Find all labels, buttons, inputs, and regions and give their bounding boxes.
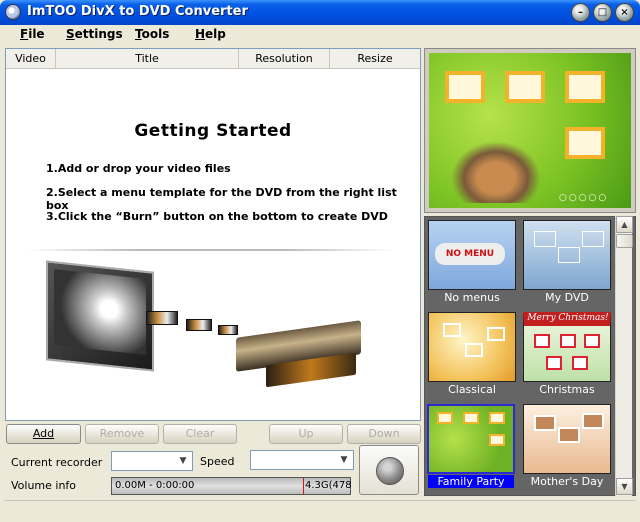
column-title[interactable]: Title: [56, 49, 239, 68]
film-frame-icon: [218, 325, 238, 335]
status-bar: [4, 500, 636, 518]
current-recorder-label: Current recorder: [11, 456, 103, 469]
burn-disc-icon: [376, 457, 404, 485]
template-my-dvd[interactable]: [523, 220, 611, 290]
column-resolution[interactable]: Resolution: [239, 49, 330, 68]
template-no-menus[interactable]: NO MENU: [428, 220, 516, 290]
preview-canvas: ○○○○○: [429, 53, 631, 208]
no-menu-badge: NO MENU: [435, 243, 505, 265]
christmas-banner: Merry Christmas!: [527, 313, 609, 323]
maximize-icon[interactable]: □: [593, 3, 612, 22]
template-christmas[interactable]: Merry Christmas!: [523, 312, 611, 382]
template-classical[interactable]: [428, 312, 516, 382]
volume-bar: 0.00M - 0:00:00 4.3G(478: [111, 477, 352, 495]
menu-bar: File Settings Tools Help: [4, 25, 636, 45]
preview-frame: [565, 127, 605, 159]
current-recorder-select[interactable]: ▼: [111, 451, 193, 471]
preview-frame: [505, 71, 545, 103]
divider: [26, 249, 396, 251]
preview-frame: [565, 71, 605, 103]
menu-settings[interactable]: Settings: [66, 27, 123, 41]
chevron-down-icon[interactable]: ▼: [175, 453, 191, 469]
volume-used-text: 0.00M - 0:00:00: [115, 480, 195, 491]
getting-started-title: Getting Started: [134, 121, 292, 141]
film-frame-icon: [186, 319, 212, 331]
close-icon[interactable]: ×: [615, 3, 634, 22]
volume-capacity-text: 4.3G(478: [305, 480, 352, 491]
template-label: My DVD: [545, 291, 589, 304]
step-2: 2.Select a menu template for the DVD fro…: [46, 186, 397, 212]
film-frame-icon: [146, 311, 178, 325]
volume-info-label: Volume info: [11, 479, 77, 492]
template-label: Christmas: [539, 383, 595, 396]
add-button[interactable]: Add: [6, 424, 81, 444]
menu-tools[interactable]: Tools: [135, 27, 169, 41]
tv-icon: [46, 260, 154, 372]
app-disc-icon: [5, 4, 21, 20]
chevron-down-icon[interactable]: ▼: [336, 452, 352, 468]
column-video[interactable]: Video: [6, 49, 56, 68]
template-mothers-day[interactable]: [523, 404, 611, 474]
nav-dots-icon: ○○○○○: [559, 193, 609, 203]
speed-select[interactable]: ▼: [250, 450, 354, 470]
list-header: Video Title Resolution Resize: [6, 49, 420, 69]
template-scrollbar[interactable]: ▲ ▼: [615, 216, 633, 496]
window-title: ImTOO DivX to DVD Converter: [27, 4, 248, 19]
minimize-icon[interactable]: –: [571, 3, 590, 22]
family-photo: [451, 141, 541, 203]
scroll-up-icon[interactable]: ▲: [616, 216, 633, 233]
step-1: 1.Add or drop your video files: [46, 162, 231, 175]
step-3: 3.Click the “Burn” button on the bottom …: [46, 210, 388, 223]
template-label: Classical: [448, 383, 496, 396]
template-label: Mother's Day: [530, 475, 604, 488]
title-bar: ImTOO DivX to DVD Converter – □ ×: [0, 0, 640, 25]
preview-frame: [445, 71, 485, 103]
menu-preview: ○○○○○: [424, 48, 636, 213]
scroll-thumb[interactable]: [616, 234, 633, 248]
template-list[interactable]: NO MENU No menus My DVD Classical Merry …: [424, 216, 636, 496]
template-label: Family Party: [428, 475, 514, 488]
menu-file[interactable]: File: [20, 27, 45, 41]
column-resize[interactable]: Resize: [330, 49, 420, 68]
speed-label: Speed: [200, 455, 235, 468]
template-label: No menus: [444, 291, 500, 304]
remove-button[interactable]: Remove: [85, 424, 159, 444]
menu-help[interactable]: Help: [195, 27, 226, 41]
down-button[interactable]: Down: [347, 424, 421, 444]
scroll-down-icon[interactable]: ▼: [616, 478, 633, 495]
up-button[interactable]: Up: [269, 424, 343, 444]
video-list[interactable]: Video Title Resolution Resize Getting St…: [5, 48, 421, 421]
capacity-marker: [303, 478, 304, 494]
clear-button[interactable]: Clear: [163, 424, 237, 444]
template-family-party[interactable]: [427, 404, 515, 474]
burn-button[interactable]: [359, 445, 419, 495]
